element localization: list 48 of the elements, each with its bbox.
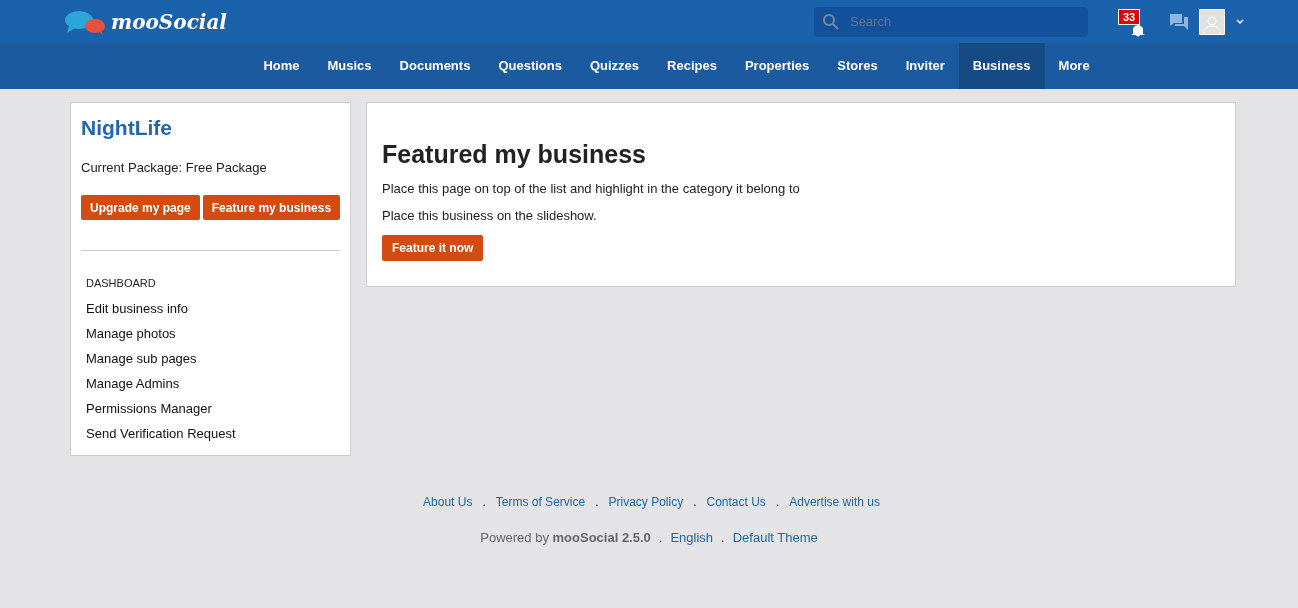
avatar-icon[interactable] — [1198, 8, 1225, 35]
menu-link[interactable]: Send Verification Request — [86, 424, 340, 443]
nav-tab[interactable]: Recipes — [653, 43, 731, 89]
package-text: Current Package: Free Package — [81, 158, 268, 177]
logo-text[interactable]: mooSocial — [111, 6, 227, 37]
footer-link[interactable]: Terms of Service — [495, 492, 586, 511]
nav-tab[interactable]: Stores — [823, 43, 892, 89]
nav-tab[interactable]: Inviter — [891, 43, 959, 89]
nav-tab[interactable]: Properties — [730, 43, 824, 89]
notification-badge: 33 — [1117, 8, 1141, 25]
separator: . — [595, 493, 599, 511]
section-title: Featured my business — [382, 139, 647, 170]
separator: . — [693, 493, 697, 511]
description-text: Place this page on top of the list and highlight in the category it belong to — [382, 179, 801, 198]
menu-link[interactable]: Manage sub pages — [86, 349, 340, 368]
menu-link[interactable]: Manage Admins — [86, 374, 340, 393]
caret-icon[interactable] — [1234, 17, 1245, 26]
nav-tab[interactable]: Musics — [313, 43, 386, 89]
nav-tab[interactable]: More — [1044, 43, 1104, 89]
chat-icon[interactable] — [1168, 12, 1189, 31]
action-button[interactable]: Feature my business — [202, 195, 341, 220]
menu-link[interactable]: Manage photos — [86, 324, 340, 343]
nav-tab[interactable]: Questions — [484, 43, 576, 89]
menu-link[interactable]: Edit business info — [86, 299, 340, 318]
search-field[interactable]: Search — [813, 6, 1088, 37]
description-text: Place this business on the slideshow. — [382, 207, 598, 225]
footer-link[interactable]: Contact Us — [706, 492, 766, 511]
footer-link[interactable]: Default Theme — [732, 527, 818, 547]
powered-by-text: Powered by mooSocial 2.5.0 — [480, 528, 651, 547]
footer-link[interactable]: English — [670, 527, 714, 547]
action-button[interactable]: Upgrade my page — [81, 195, 200, 220]
separator: . — [658, 528, 663, 547]
nav-tab[interactable]: Business — [958, 43, 1045, 89]
footer-link[interactable]: About Us — [423, 492, 473, 511]
nav-tab[interactable]: Documents — [385, 43, 485, 89]
footer-link[interactable]: Advertise with us — [789, 492, 880, 511]
separator: . — [721, 528, 725, 547]
section-heading: DASHBOARD — [85, 276, 157, 291]
separator: . — [482, 493, 486, 511]
separator: . — [775, 493, 780, 511]
menu-link[interactable]: Permissions Manager — [86, 399, 340, 418]
nav-tab[interactable]: Quizzes — [575, 43, 654, 89]
feature-button[interactable]: Feature it now — [382, 234, 484, 261]
search-icon — [821, 12, 840, 31]
bell-icon[interactable] — [1129, 22, 1146, 37]
nav-tab[interactable]: Home — [249, 43, 314, 89]
footer-link[interactable]: Privacy Policy — [608, 492, 684, 511]
page-title[interactable]: NightLife — [81, 112, 340, 144]
